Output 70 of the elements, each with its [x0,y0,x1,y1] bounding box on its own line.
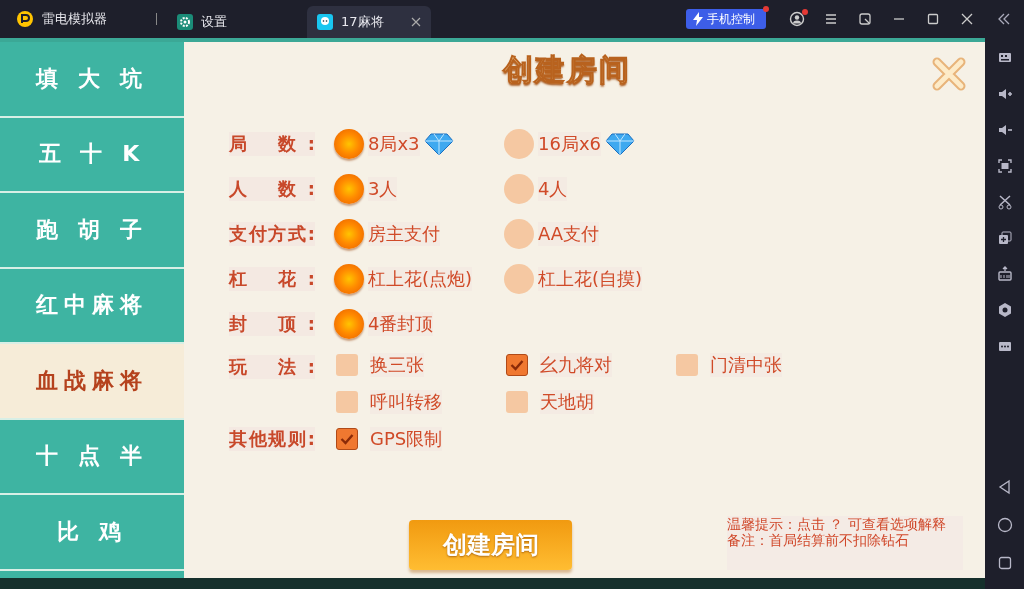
checkbox[interactable] [336,427,358,450]
option-label: 4番封顶 [368,311,434,336]
add-window-icon[interactable] [996,230,1013,246]
option-label: 4人 [538,176,568,201]
rule-label: 人 数: [229,176,315,201]
close-icon[interactable] [959,11,975,27]
checkbox[interactable] [336,390,358,413]
radio-button[interactable] [504,128,534,159]
app-icon [317,14,333,30]
hint-text: 备注：首局结算前不扣除钻石 [727,532,910,548]
option-label: 幺九将对 [540,352,612,377]
create-room-button[interactable]: 创建房间 [409,520,572,570]
option-label: 门清中张 [710,352,782,377]
option-label: 8局x3 [368,131,420,156]
notification-dot [802,9,808,15]
option-label: 天地胡 [540,389,594,414]
option-label: GPS限制 [370,426,443,451]
rule-label: 封 顶: [229,311,315,336]
screenshot-icon[interactable] [996,158,1013,174]
radio-button[interactable] [334,263,364,294]
radio-button[interactable] [334,173,364,204]
rule-label: 其他规则: [229,426,315,451]
volume-up-icon[interactable] [996,86,1013,102]
hexagon-icon[interactable] [996,302,1013,318]
recent-apps-icon[interactable] [996,555,1013,571]
volume-down-icon[interactable] [996,122,1013,138]
checkbox[interactable] [336,353,358,376]
rule-label: 杠 花: [229,266,315,291]
checkbox[interactable] [506,390,528,413]
option-label: 杠上花(点炮) [368,266,473,291]
rule-label: 支付方式: [229,221,315,246]
radio-button[interactable] [334,218,364,249]
collapse-icon[interactable] [996,11,1012,27]
option-label: 呼叫转移 [370,389,442,414]
option-label: 杠上花(自摸) [538,266,643,291]
option-label: 换三张 [370,352,424,377]
phone-control-button[interactable]: 手机控制 [686,9,766,29]
scissors-icon[interactable] [996,194,1013,210]
rule-label: 玩 法: [229,355,315,379]
resize-icon[interactable] [857,11,873,27]
account-icon[interactable] [789,11,805,27]
tab[interactable]: 设置 [167,6,297,38]
checkbox[interactable] [506,353,528,376]
option-label: 房主支付 [368,221,440,246]
notification-dot [763,6,769,12]
radio-button[interactable] [334,308,364,339]
option-label: 16局x6 [538,131,601,156]
option-label: AA支付 [538,221,600,246]
lightning-icon [693,12,703,26]
game-menu-item[interactable]: 血战麻将 [0,344,184,420]
checkbox[interactable] [676,353,698,376]
dialog-title: 创建房间 [503,51,631,89]
tab[interactable]: 17麻将 [307,6,431,38]
check-icon [340,432,354,445]
maximize-icon[interactable] [925,11,941,27]
upload-icon[interactable] [996,266,1013,282]
rule-label: 局 数: [229,131,315,156]
radio-button[interactable] [334,128,364,159]
menu-icon[interactable] [823,11,839,27]
app-name: 雷电模拟器 [42,10,107,28]
close-icon[interactable] [411,17,421,27]
home-icon[interactable] [996,517,1013,533]
radio-button[interactable] [504,218,534,249]
app-logo-icon[interactable] [16,10,34,28]
radio-button[interactable] [504,173,534,204]
hint-text: 温馨提示：点击 ？ 可查看选项解释 [727,516,947,532]
radio-button[interactable] [504,263,534,294]
option-label: 3人 [368,176,398,201]
gear-icon [177,14,193,30]
check-icon [510,358,524,371]
